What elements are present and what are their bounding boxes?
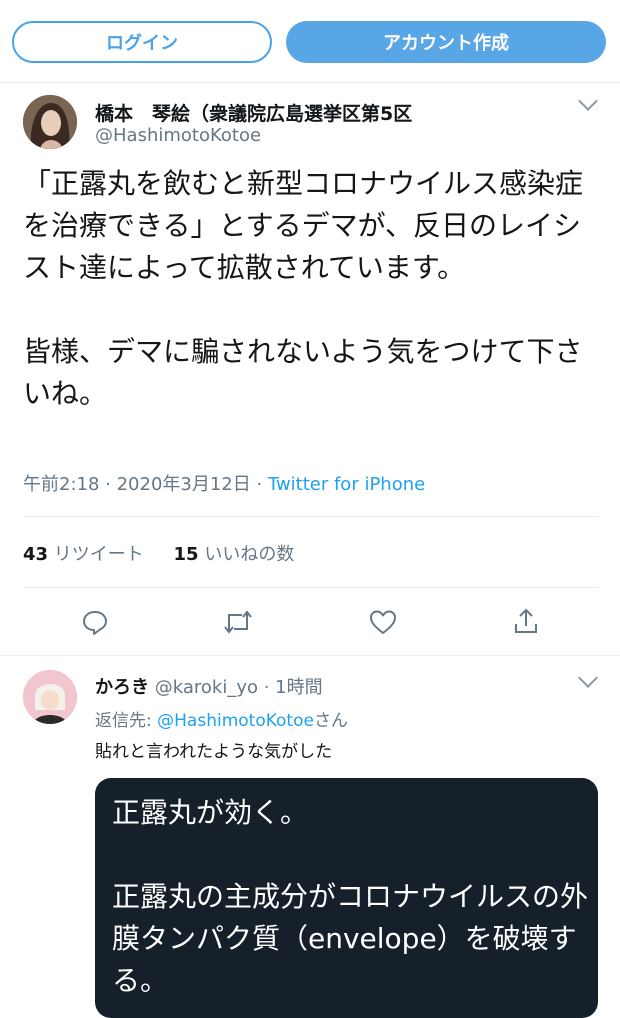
reply-author-name[interactable]: かろき <box>95 677 149 698</box>
tweet-source-link[interactable]: Twitter for iPhone <box>268 474 425 495</box>
tweet-text: 「正露丸を飲むと新型コロナウイルス感染症を治療できる」とするデマが、反日のレイシ… <box>23 167 584 410</box>
tweet-timestamp[interactable]: 午前2:18 · 2020年3月12日 · <box>23 474 268 495</box>
tweet-meta: 午前2:18 · 2020年3月12日 · Twitter for iPhone <box>23 470 425 496</box>
retweet-icon[interactable] <box>222 608 254 636</box>
chevron-down-icon[interactable] <box>578 91 598 111</box>
tweet-stats: 43 リツイート 15 いいねの数 <box>23 540 294 566</box>
replying-prefix: 返信先: <box>95 711 158 731</box>
reply-icon[interactable] <box>81 608 109 636</box>
reply-author-avatar[interactable] <box>23 670 77 724</box>
reply-text: 貼れと言われたような気がした <box>95 742 333 762</box>
reply-image-text: 正露丸が効く。 正露丸の主成分がコロナウイルスの外膜タンパク質（envelope… <box>112 796 589 997</box>
like-count[interactable]: 15 <box>174 544 199 565</box>
share-icon[interactable] <box>512 606 540 636</box>
top-bar: ログイン アカウント作成 <box>0 0 620 83</box>
divider <box>23 587 598 588</box>
section-divider <box>0 655 620 656</box>
replying-to: 返信先: @HashimotoKotoeさん <box>95 706 348 731</box>
chevron-down-icon[interactable] <box>578 668 598 688</box>
signup-button[interactable]: アカウント作成 <box>286 21 606 63</box>
author-name[interactable]: 橋本 琴絵（衆議院広島選挙区第5区 <box>95 99 412 126</box>
retweet-label[interactable]: リツイート <box>54 544 144 565</box>
replying-suffix: さん <box>313 711 348 731</box>
divider <box>23 516 598 517</box>
author-avatar[interactable] <box>23 95 77 149</box>
reply-header: かろき @karoki_yo · 1時間 <box>95 673 323 699</box>
like-label[interactable]: いいねの数 <box>204 544 294 565</box>
retweet-count[interactable]: 43 <box>23 544 48 565</box>
like-icon[interactable] <box>368 608 398 636</box>
reply-image[interactable]: 正露丸が効く。 正露丸の主成分がコロナウイルスの外膜タンパク質（envelope… <box>95 778 598 1018</box>
reply-handle-time[interactable]: @karoki_yo · 1時間 <box>155 677 323 698</box>
replying-user-link[interactable]: @HashimotoKotoe <box>157 711 314 731</box>
author-handle[interactable]: @HashimotoKotoe <box>95 125 261 146</box>
login-button[interactable]: ログイン <box>12 21 272 63</box>
